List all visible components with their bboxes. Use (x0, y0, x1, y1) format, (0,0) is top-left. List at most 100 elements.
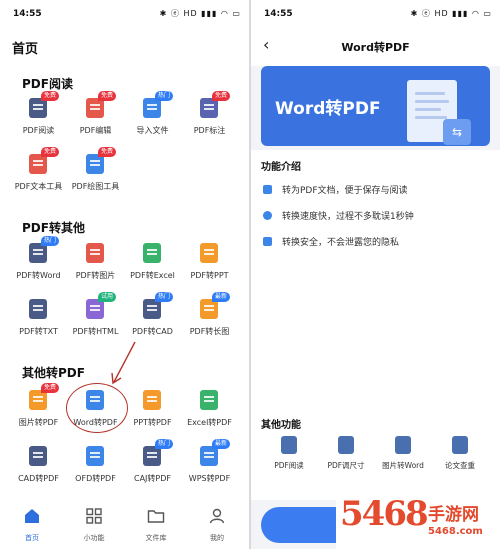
tile-label: WPS转PDF (188, 474, 231, 483)
convert-arrows-icon: ⇆ (443, 119, 471, 145)
banner-title: Word转PDF (275, 99, 381, 119)
tool-tile[interactable]: PDF转Excel (124, 243, 181, 293)
file-icon (200, 243, 218, 263)
intro-title: 功能介绍 (261, 162, 301, 173)
annotation-circle (66, 383, 128, 433)
func-pdf-resize[interactable]: PDF调尺寸 (316, 436, 376, 471)
file-icon (86, 243, 104, 263)
top-app-bar: ‹ Word转PDF (251, 26, 500, 66)
document-check-icon (263, 185, 272, 194)
status-bar-right: 14:55 ✱ ⓔ HD ▮▮▮ ◠ ▭ (251, 0, 500, 26)
intro-card: 功能介绍 转为PDF文档，便于保存与阅读 转换速度快，过程不多耽误1秒钟 转换安… (251, 150, 500, 410)
func-label: PDF阅读 (274, 461, 304, 470)
file-icon (86, 299, 104, 319)
feature-item: 转换安全，不会泄露您的隐私 (263, 235, 399, 248)
speed-icon (263, 211, 272, 220)
tool-tile[interactable]: 热门 导入文件 (124, 91, 181, 148)
page-title: 首页 (12, 42, 39, 57)
tile-badge: 免费 (212, 91, 231, 101)
tool-tile[interactable]: PDF转图片 (67, 243, 124, 293)
tab-home-label: 首页 (25, 534, 39, 542)
tile-badge: 试用 (98, 292, 117, 302)
tool-tile[interactable]: 免费 PDF文本工具 (10, 147, 67, 204)
tab-tools-label: 小功能 (83, 534, 105, 542)
tool-tile[interactable]: 免费 PDF编辑 (67, 91, 124, 148)
tool-tile[interactable]: Excel转PDF (181, 390, 238, 440)
watermark-name: 手游网 (428, 505, 479, 525)
annotation-arrow (111, 341, 136, 385)
folder-icon (147, 510, 165, 523)
tile-badge: 免费 (41, 91, 60, 101)
file-icon (29, 390, 47, 410)
tile-badge: 最新 (212, 292, 231, 302)
shield-icon (263, 237, 272, 246)
tool-tile[interactable]: 热门 CAJ转PDF (124, 439, 181, 496)
status-icons-right: ✱ ⓔ HD ▮▮▮ ◠ ▭ (410, 9, 492, 18)
file-icon (86, 446, 104, 466)
file-icon (200, 390, 218, 410)
tile-label: Excel转PDF (187, 418, 232, 427)
feature-text: 转为PDF文档，便于保存与阅读 (282, 186, 408, 196)
func-pdf-read[interactable]: PDF阅读 (259, 436, 319, 471)
func-label: PDF调尺寸 (327, 461, 365, 470)
search-document-icon (452, 436, 468, 454)
func-label: 图片转Word (382, 461, 424, 470)
tool-tile[interactable]: 最新 WPS转PDF (181, 439, 238, 496)
tab-files[interactable]: 文件库 (136, 507, 176, 543)
status-time: 14:55 (13, 9, 42, 19)
tool-tile[interactable]: PDF转TXT (10, 299, 67, 349)
user-icon (209, 508, 225, 524)
feature-text: 转换安全，不会泄露您的隐私 (282, 238, 400, 248)
tile-badge: 热门 (41, 236, 60, 246)
right-screen: 14:55 ✱ ⓔ HD ▮▮▮ ◠ ▭ ‹ Word转PDF Word转PDF… (251, 0, 500, 549)
tool-tile[interactable]: 免费 PDF标注 (181, 91, 238, 148)
tile-label: PDF标注 (193, 126, 226, 135)
section-title-other-to-pdf: 其他转PDF (22, 366, 85, 380)
file-icon (86, 154, 104, 174)
func-plagiarism-check[interactable]: 论文查重 (430, 436, 490, 471)
file-icon (86, 98, 104, 118)
func-image-to-word[interactable]: 图片转Word (373, 436, 433, 471)
tool-tile[interactable]: PDF转PPT (181, 243, 238, 293)
tile-badge: 热门 (155, 292, 174, 302)
watermark-url: 5468.com (428, 526, 483, 537)
file-icon (200, 299, 218, 319)
section-title-pdf-read: PDF阅读 (22, 77, 73, 91)
file-icon (143, 299, 161, 319)
feature-text: 转换速度快，过程不多耽误1秒钟 (282, 212, 414, 222)
tool-tile[interactable]: 最新 PDF转长图 (181, 292, 238, 349)
tile-badge: 免费 (41, 383, 60, 393)
file-icon (29, 446, 47, 466)
tab-home[interactable]: 首页 (12, 507, 52, 543)
file-icon (143, 390, 161, 410)
tool-tile[interactable]: PPT转PDF (124, 390, 181, 440)
bottom-tab-bar: 首页 小功能 文件库 我的 (0, 501, 249, 549)
tool-tile[interactable]: 热门 PDF转Word (10, 236, 67, 293)
tab-me-label: 我的 (210, 534, 224, 542)
tool-tile[interactable]: 免费 图片转PDF (10, 383, 67, 440)
file-icon (29, 98, 47, 118)
image-icon (395, 436, 411, 454)
tile-label: PDF绘图工具 (71, 182, 120, 191)
home-icon (25, 509, 39, 523)
tool-tile[interactable]: CAD转PDF (10, 446, 67, 496)
resize-icon (338, 436, 354, 454)
tool-tile[interactable]: 免费 PDF绘图工具 (67, 147, 124, 204)
site-watermark: 5468 手游网 5468.com (336, 490, 500, 549)
tile-badge: 热门 (155, 439, 174, 449)
tile-badge: 最新 (212, 439, 231, 449)
book-icon (281, 436, 297, 454)
screen-title: Word转PDF (341, 41, 410, 54)
watermark-number: 5468 (340, 494, 429, 534)
feature-item: 转为PDF文档，便于保存与阅读 (263, 183, 408, 196)
tab-me[interactable]: 我的 (197, 507, 237, 543)
tile-label: PDF转长图 (189, 327, 230, 336)
tile-badge: 免费 (98, 91, 117, 101)
feature-banner: Word转PDF ⇆ (261, 66, 490, 146)
tool-tile[interactable]: OFD转PDF (67, 446, 124, 496)
status-icons: ✱ ⓔ HD ▮▮▮ ◠ ▭ (159, 9, 241, 18)
tool-tile[interactable]: 免费 PDF阅读 (10, 91, 67, 148)
tab-tools[interactable]: 小功能 (74, 507, 114, 543)
feature-item: 转换速度快，过程不多耽误1秒钟 (263, 209, 414, 222)
tab-files-label: 文件库 (145, 534, 167, 542)
